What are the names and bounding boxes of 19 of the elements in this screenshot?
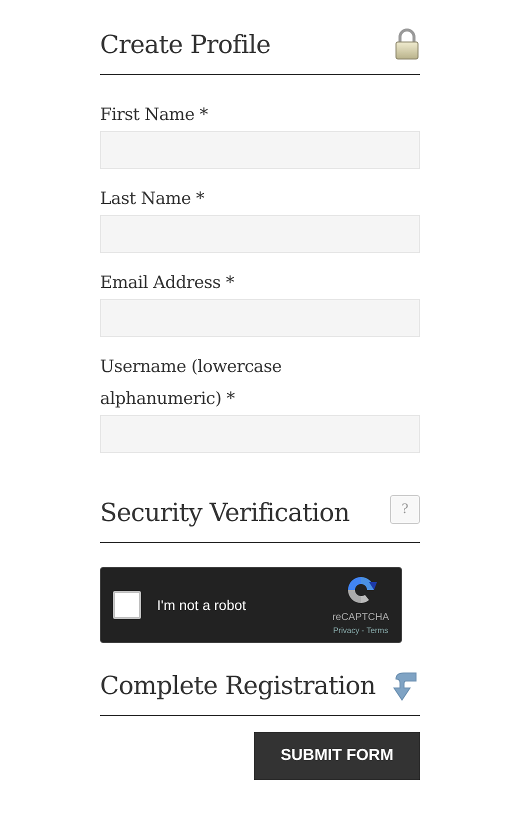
field-label: Username (lowercase alphanumeric) * [100,356,283,411]
captcha-link[interactable]: Privacy [333,624,360,636]
field-label: Last Name * [100,188,206,211]
field-label: Email Address * [100,272,236,295]
section-title: Complete Registration [100,671,376,701]
input-field[interactable] [100,215,420,253]
submit-button[interactable]: SUBMIT FORM [254,732,420,780]
captcha-link[interactable]: Terms [366,624,388,636]
field-label: First Name * [100,104,209,127]
input-field[interactable] [100,415,420,453]
link-separator: - [360,624,366,636]
input-field[interactable] [100,299,420,337]
padlock-icon [394,28,420,60]
captcha-label: I'm not a robot [157,596,248,614]
captcha-brand: reCAPTCHA [332,610,389,624]
checkbox[interactable] [113,591,141,619]
section-title: Create Profile [100,30,270,60]
input-field[interactable] [100,131,420,169]
section-title: Security Verification [100,498,350,528]
